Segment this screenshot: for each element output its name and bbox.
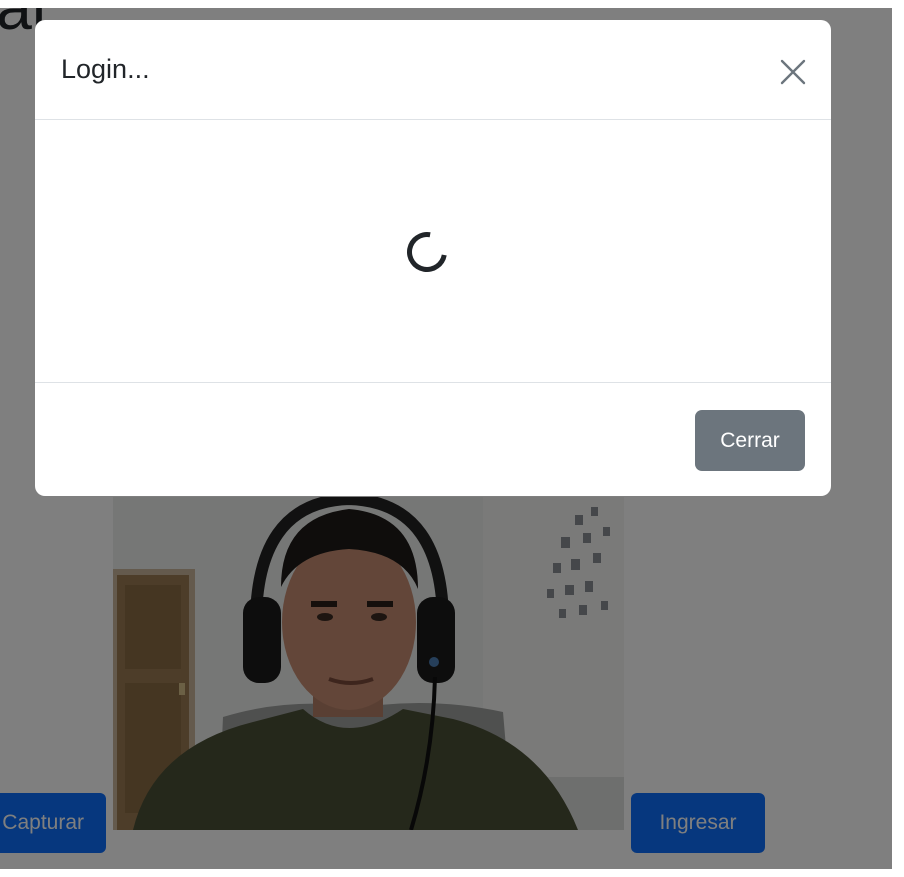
modal-header: Login... (35, 20, 831, 120)
page-top-edge (0, 0, 904, 8)
login-modal: Login... Cerrar (35, 20, 831, 496)
modal-title: Login... (61, 54, 150, 84)
close-modal-button[interactable]: Cerrar (695, 410, 805, 471)
page-right-edge (892, 0, 904, 877)
loading-spinner-icon (399, 224, 455, 280)
page-bottom-edge (0, 869, 904, 877)
modal-body (35, 120, 831, 382)
modal-footer: Cerrar (35, 382, 831, 496)
page: ial (0, 0, 904, 877)
modal-close-button[interactable] (776, 55, 810, 89)
close-icon (780, 59, 806, 85)
